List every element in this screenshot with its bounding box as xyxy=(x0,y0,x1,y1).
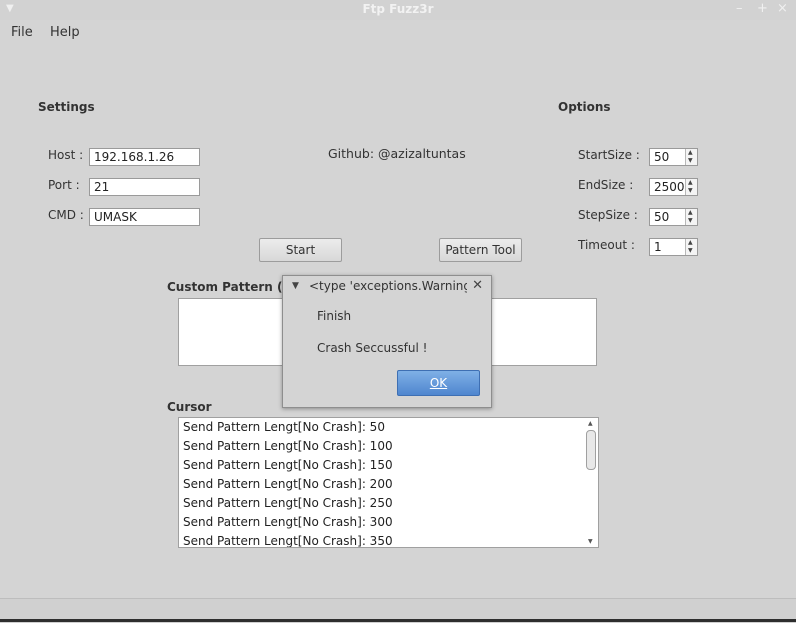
menu-help[interactable]: Help xyxy=(50,25,80,40)
dialog-title: <type 'exceptions.Warning xyxy=(309,279,467,293)
arrow-down-icon[interactable]: ▼ xyxy=(688,188,693,194)
minimize-icon[interactable]: – xyxy=(736,1,743,16)
endsize-value: 2500 xyxy=(654,180,685,194)
arrow-down-icon[interactable]: ▼ xyxy=(688,218,693,224)
arrow-down-icon[interactable]: ▼ xyxy=(688,248,693,254)
scroll-up-icon[interactable]: ▲ xyxy=(588,420,593,427)
host-input[interactable]: 192.168.1.26 xyxy=(89,148,200,166)
dialog-close-icon[interactable]: ✕ xyxy=(472,278,483,293)
endsize-label: EndSize : xyxy=(578,178,634,192)
timeout-value: 1 xyxy=(654,240,662,254)
log-line: Send Pattern Lengt[No Crash]: 50 xyxy=(183,420,385,434)
maximize-icon[interactable]: + xyxy=(757,1,768,16)
startsize-stepper[interactable]: ▲ ▼ xyxy=(685,149,697,165)
options-heading: Options xyxy=(558,100,611,114)
timeout-label: Timeout : xyxy=(578,238,635,252)
custom-pattern-label: Custom Pattern (Or xyxy=(167,280,299,294)
cmd-input[interactable]: UMASK xyxy=(89,208,200,226)
cursor-log[interactable]: Send Pattern Lengt[No Crash]: 50 Send Pa… xyxy=(178,417,599,548)
endsize-spinbox[interactable]: 2500 ▲ ▼ xyxy=(649,178,698,196)
github-label: Github: @azizaltuntas xyxy=(328,146,466,161)
scroll-down-icon[interactable]: ▼ xyxy=(588,538,593,545)
start-button[interactable]: Start xyxy=(259,238,342,262)
cmd-label: CMD : xyxy=(48,208,84,222)
dialog-titlebar: ▼ <type 'exceptions.Warning ✕ xyxy=(283,276,491,298)
close-icon[interactable]: × xyxy=(777,1,788,16)
dialog-message-crash: Crash Seccussful ! xyxy=(317,341,428,355)
timeout-stepper[interactable]: ▲ ▼ xyxy=(685,239,697,255)
endsize-stepper[interactable]: ▲ ▼ xyxy=(685,179,697,195)
pattern-tool-button[interactable]: Pattern Tool xyxy=(439,238,522,262)
log-line: Send Pattern Lengt[No Crash]: 300 xyxy=(183,515,393,529)
dialog-message-finish: Finish xyxy=(317,309,352,323)
window-title: Ftp Fuzz3r xyxy=(362,2,434,16)
scroll-thumb[interactable] xyxy=(586,430,596,470)
stepsize-stepper[interactable]: ▲ ▼ xyxy=(685,209,697,225)
arrow-down-icon[interactable]: ▼ xyxy=(688,158,693,164)
log-line: Send Pattern Lengt[No Crash]: 200 xyxy=(183,477,393,491)
stepsize-value: 50 xyxy=(654,210,670,224)
window-titlebar: ▼ Ftp Fuzz3r – + × xyxy=(0,0,796,20)
log-line: Send Pattern Lengt[No Crash]: 100 xyxy=(183,439,393,453)
arrow-up-icon[interactable]: ▲ xyxy=(688,210,693,216)
log-line: Send Pattern Lengt[No Crash]: 150 xyxy=(183,458,393,472)
cursor-label: Cursor xyxy=(167,400,212,414)
timeout-spinbox[interactable]: 1 ▲ ▼ xyxy=(649,238,698,256)
startsize-spinbox[interactable]: 50 ▲ ▼ xyxy=(649,148,698,166)
log-line: Send Pattern Lengt[No Crash]: 350 xyxy=(183,534,393,548)
startsize-label: StartSize : xyxy=(578,148,640,162)
arrow-up-icon[interactable]: ▲ xyxy=(688,180,693,186)
stepsize-spinbox[interactable]: 50 ▲ ▼ xyxy=(649,208,698,226)
stepsize-label: StepSize : xyxy=(578,208,638,222)
startsize-value: 50 xyxy=(654,150,670,164)
dialog-menu-icon[interactable]: ▼ xyxy=(292,281,299,291)
settings-heading: Settings xyxy=(38,100,95,114)
log-scrollbar[interactable]: ▲ ▼ xyxy=(586,420,596,545)
log-line: Send Pattern Lengt[No Crash]: 250 xyxy=(183,496,393,510)
arrow-up-icon[interactable]: ▲ xyxy=(688,150,693,156)
host-label: Host : xyxy=(48,148,84,162)
warning-dialog: ▼ <type 'exceptions.Warning ✕ Finish Cra… xyxy=(282,275,492,408)
port-input[interactable]: 21 xyxy=(89,178,200,196)
ok-button[interactable]: OK xyxy=(397,370,480,396)
port-label: Port : xyxy=(48,178,80,192)
menu-file[interactable]: File xyxy=(11,25,33,40)
arrow-up-icon[interactable]: ▲ xyxy=(688,240,693,246)
